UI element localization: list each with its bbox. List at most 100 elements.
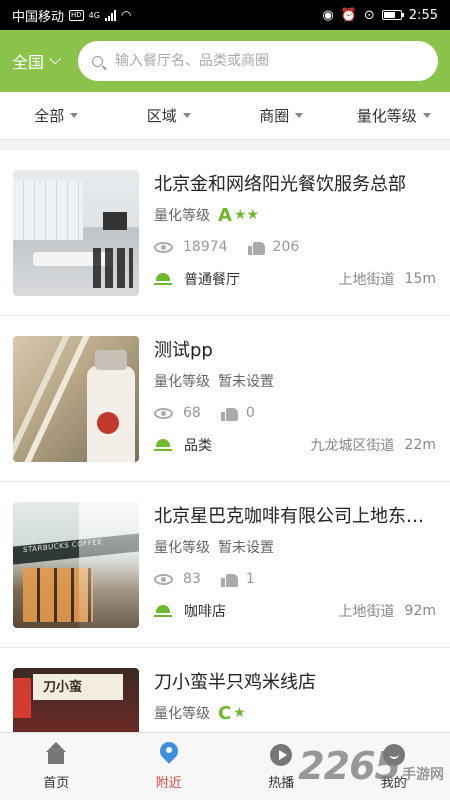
restaurant-photo: 刀小蛮 xyxy=(13,668,139,732)
view-count: 83 xyxy=(183,571,201,587)
play-icon xyxy=(268,742,294,766)
filter-business-district[interactable]: 商圈 xyxy=(225,92,338,139)
grade-letter: C xyxy=(218,702,232,724)
watermark: 2265 手游网 xyxy=(298,744,444,788)
area: 上地街道 xyxy=(338,604,395,620)
list-gap xyxy=(0,140,450,150)
area: 九龙城区街道 xyxy=(310,438,395,454)
dish-cover-icon xyxy=(154,438,172,452)
nav-nearby[interactable]: 附近 xyxy=(113,733,226,800)
search-input[interactable] xyxy=(115,53,424,69)
restaurant-photo xyxy=(13,336,139,462)
eye-status-icon: ◉ xyxy=(322,7,334,23)
photo-sign-text: 刀小蛮 xyxy=(43,680,83,695)
nav-label: 热播 xyxy=(268,776,295,791)
dish-cover-icon xyxy=(154,604,172,618)
list-item[interactable]: 刀小蛮 刀小蛮半只鸡米线店 量化等级 C ★ xyxy=(0,648,450,732)
list-item[interactable]: STARBUCKS COFFEE 北京星巴克咖啡有限公司上地东… 量化等级 暂未… xyxy=(0,482,450,648)
wifi-icon: ◠ xyxy=(120,8,132,22)
carrier-name: 中国移动 xyxy=(12,9,65,25)
location-status-icon: ⊙ xyxy=(363,7,375,23)
status-bar: 中国移动 HD 4G ◠ ◉ ⏰ ⊙ 2:55 xyxy=(0,0,450,30)
like-count: 206 xyxy=(272,239,300,255)
filter-grade[interactable]: 量化等级 xyxy=(338,92,450,139)
restaurant-photo: STARBUCKS COFFEE xyxy=(13,502,139,628)
battery-icon xyxy=(381,10,404,20)
nav-label: 附近 xyxy=(155,776,182,791)
list-item[interactable]: 测试pp 量化等级 暂未设置 68 0 品类 九龙城区街道 22m xyxy=(0,316,450,482)
grade-status: 暂未设置 xyxy=(218,540,274,556)
city-selector[interactable]: 全国 xyxy=(12,49,74,73)
filter-all[interactable]: 全部 xyxy=(0,92,113,139)
distance: 15m xyxy=(404,271,436,287)
eye-icon xyxy=(154,241,173,253)
view-count: 18974 xyxy=(183,239,228,255)
like-count: 1 xyxy=(245,571,255,587)
dropdown-arrow-icon xyxy=(422,113,431,118)
stats-row: 83 1 xyxy=(154,568,436,590)
grade-label: 量化等级 xyxy=(154,208,210,224)
grade-stars: ★★ xyxy=(233,207,260,223)
eye-icon xyxy=(154,573,173,585)
list-item[interactable]: 北京金和网络阳光餐饮服务总部 量化等级 A ★★ 18974 206 普通餐厅 … xyxy=(0,150,450,316)
alarm-icon: ⏰ xyxy=(340,7,357,23)
filter-label: 区域 xyxy=(146,107,177,125)
grade-label: 量化等级 xyxy=(154,706,210,722)
restaurant-name: 测试pp xyxy=(154,340,213,361)
restaurant-list[interactable]: 北京金和网络阳光餐饮服务总部 量化等级 A ★★ 18974 206 普通餐厅 … xyxy=(0,140,450,732)
thumbs-up-icon xyxy=(220,406,238,421)
grade-label: 量化等级 xyxy=(154,540,210,556)
restaurant-name: 北京金和网络阳光餐饮服务总部 xyxy=(154,174,406,195)
nav-home[interactable]: 首页 xyxy=(0,733,113,800)
nav-label: 首页 xyxy=(43,776,70,791)
distance: 22m xyxy=(404,437,436,453)
distance: 92m xyxy=(404,603,436,619)
search-box[interactable] xyxy=(78,41,438,81)
meta-row: 品类 九龙城区街道 22m xyxy=(154,434,436,456)
watermark-text: 手游网 xyxy=(402,767,444,783)
like-count: 0 xyxy=(245,405,255,421)
area: 上地街道 xyxy=(338,272,395,288)
filter-label: 商圈 xyxy=(259,107,290,125)
category: 普通餐厅 xyxy=(184,272,240,288)
search-icon xyxy=(92,55,103,67)
stats-row: 18974 206 xyxy=(154,236,436,258)
clock: 2:55 xyxy=(408,7,438,23)
city-label: 全国 xyxy=(12,53,45,72)
meta-row: 咖啡店 上地街道 92m xyxy=(154,600,436,622)
home-icon xyxy=(43,742,69,766)
meta-row: 普通餐厅 上地街道 15m xyxy=(154,268,436,290)
dropdown-arrow-icon xyxy=(70,113,79,118)
category: 咖啡店 xyxy=(184,604,226,620)
restaurant-photo xyxy=(13,170,139,296)
grade-letter: A xyxy=(218,204,232,226)
grade-stars: ★ xyxy=(233,705,246,721)
stats-row: 68 0 xyxy=(154,402,436,424)
filter-region[interactable]: 区域 xyxy=(113,92,226,139)
thumbs-up-icon xyxy=(220,572,238,587)
network-type: 4G xyxy=(88,10,100,20)
restaurant-name: 刀小蛮半只鸡米线店 xyxy=(154,672,316,693)
hd-badge: HD xyxy=(69,9,84,21)
app-header: 全国 xyxy=(0,30,450,92)
watermark-number: 2265 xyxy=(298,744,401,788)
eye-icon xyxy=(154,407,173,419)
dish-cover-icon xyxy=(154,272,172,286)
signal-icon xyxy=(104,9,116,21)
category: 品类 xyxy=(184,438,212,454)
dropdown-arrow-icon xyxy=(182,113,191,118)
filter-bar: 全部 区域 商圈 量化等级 xyxy=(0,92,450,140)
grade-row: 量化等级 暂未设置 xyxy=(154,369,436,393)
filter-label: 全部 xyxy=(34,107,65,125)
grade-label: 量化等级 xyxy=(154,374,210,390)
restaurant-name: 北京星巴克咖啡有限公司上地东… xyxy=(154,506,424,527)
filter-label: 量化等级 xyxy=(356,107,417,125)
grade-status: 暂未设置 xyxy=(218,374,274,390)
grade-row: 量化等级 C ★ xyxy=(154,701,436,725)
thumbs-up-icon xyxy=(247,240,265,255)
location-pin-icon xyxy=(156,742,182,766)
grade-row: 量化等级 A ★★ xyxy=(154,203,436,227)
view-count: 68 xyxy=(183,405,201,421)
grade-row: 量化等级 暂未设置 xyxy=(154,535,436,559)
dropdown-arrow-icon xyxy=(295,113,304,118)
